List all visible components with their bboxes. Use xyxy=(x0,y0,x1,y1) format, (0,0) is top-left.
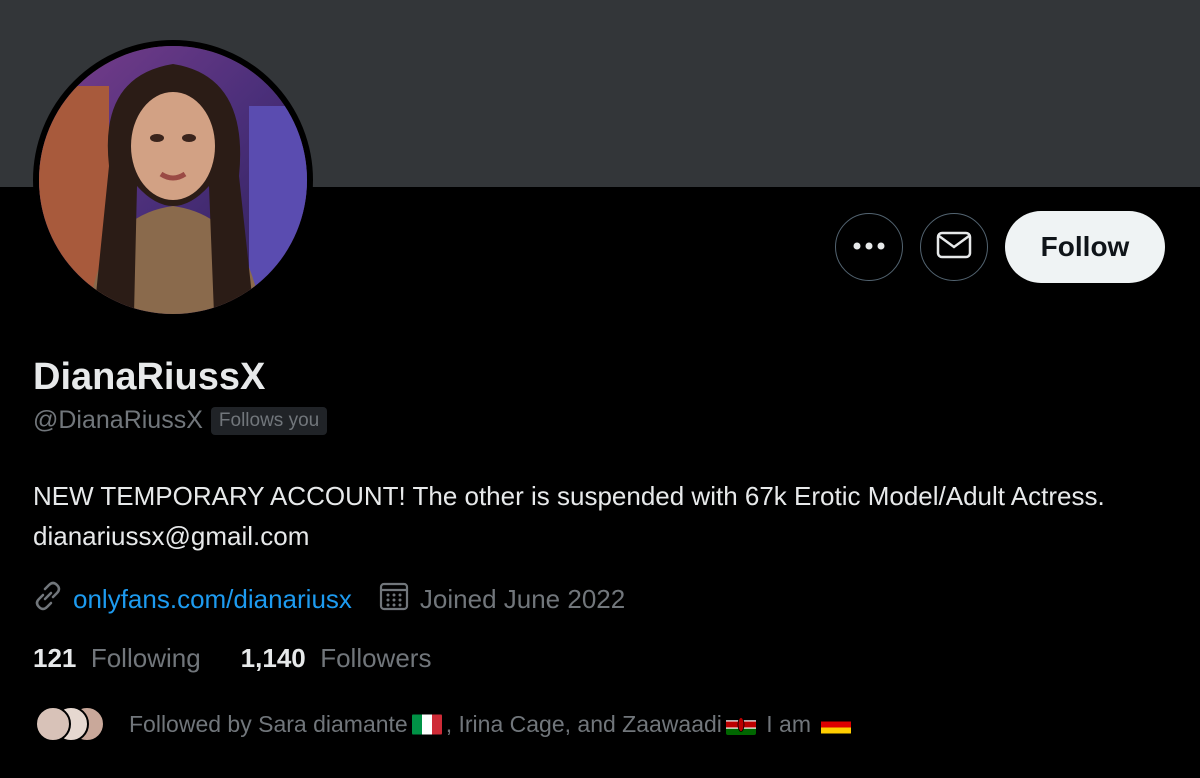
followed-by-middle: , Irina Cage, and Zaawaadi xyxy=(445,710,722,737)
envelope-icon xyxy=(936,231,972,264)
website-item: onlyfans.com/dianariusx xyxy=(33,581,352,618)
message-button[interactable] xyxy=(920,213,988,281)
more-button[interactable] xyxy=(835,213,903,281)
follow-stats: 121 Following 1,140 Followers xyxy=(33,643,471,674)
italy-flag-icon xyxy=(411,714,442,735)
profile-bio: NEW TEMPORARY ACCOUNT! The other is susp… xyxy=(33,481,1105,551)
follow-button[interactable]: Follow xyxy=(1005,211,1165,283)
website-link[interactable]: onlyfans.com/dianariusx xyxy=(73,584,352,615)
followed-by-row[interactable]: Followed by Sara diamante , Irina Cage, … xyxy=(33,704,855,744)
profile-meta: onlyfans.com/dianariusx Joined June 2022 xyxy=(33,580,651,619)
germany-flag-icon xyxy=(821,714,852,735)
link-icon xyxy=(33,581,63,618)
ellipsis-icon xyxy=(852,238,886,256)
followers-you-know-avatars xyxy=(33,704,109,744)
avatar-photo xyxy=(39,46,307,314)
profile-actions: Follow xyxy=(835,211,1165,283)
followed-by-suffix: I am xyxy=(759,710,818,737)
followers-link[interactable]: 1,140 Followers xyxy=(241,643,432,674)
display-name: DianaRiussX xyxy=(33,356,266,398)
user-handle: @DianaRiussX xyxy=(33,406,203,434)
following-count: 121 xyxy=(33,643,84,673)
kenya-flag-icon xyxy=(725,713,756,735)
calendar-icon xyxy=(378,580,410,619)
handle-row: @DianaRiussX Follows you xyxy=(33,406,328,435)
follower-avatar xyxy=(35,706,71,742)
followed-by-prefix: Followed by Sara diamante xyxy=(129,710,408,737)
joined-item: Joined June 2022 xyxy=(378,580,625,619)
joined-date: Joined June 2022 xyxy=(419,584,626,614)
followers-label: Followers xyxy=(320,643,432,673)
follows-you-badge: Follows you xyxy=(210,406,328,435)
followed-by-text: Followed by Sara diamante , Irina Cage, … xyxy=(129,711,855,738)
profile-avatar[interactable] xyxy=(33,40,313,320)
following-label: Following xyxy=(90,643,201,673)
following-link[interactable]: 121 Following xyxy=(33,643,201,674)
profile-page: Follow DianaRiussX @DianaRiussX Follows … xyxy=(0,0,1200,778)
followers-count: 1,140 xyxy=(240,643,313,673)
